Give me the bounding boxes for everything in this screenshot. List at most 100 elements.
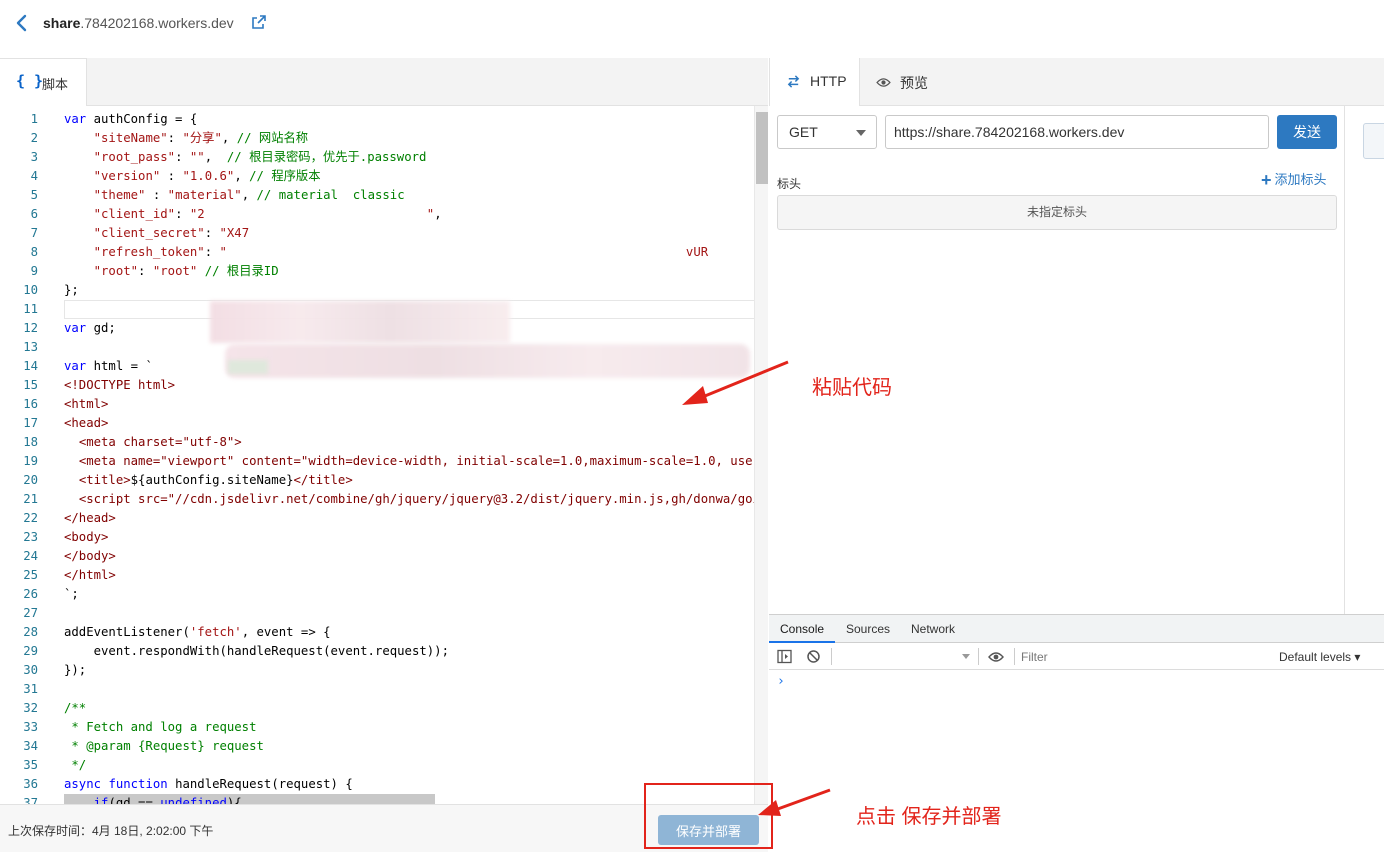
- code-text[interactable]: `;: [64, 585, 754, 604]
- code-line[interactable]: 20 <title>${authConfig.siteName}</title>: [0, 471, 767, 490]
- code-text[interactable]: };: [64, 281, 754, 300]
- code-editor[interactable]: 1 var authConfig = {2 "siteName": "分享", /…: [0, 106, 768, 804]
- tab-sources[interactable]: Sources: [846, 622, 890, 636]
- editor-scrollbar[interactable]: [754, 106, 768, 804]
- code-line[interactable]: 34 * @param {Request} request: [0, 737, 767, 756]
- code-line[interactable]: 32 /**: [0, 699, 767, 718]
- code-line[interactable]: 30});: [0, 661, 767, 680]
- eye-icon[interactable]: [988, 650, 1004, 665]
- code-line[interactable]: 3 "root_pass": "", // 根目录密码，优先于.password: [0, 148, 767, 167]
- clear-console-icon[interactable]: [806, 649, 821, 664]
- back-arrow-icon[interactable]: [12, 13, 32, 33]
- code-text[interactable]: "theme" : "material", // material classi…: [64, 186, 754, 205]
- code-line[interactable]: 24 </body>: [0, 547, 767, 566]
- code-text[interactable]: */: [64, 756, 754, 775]
- code-text[interactable]: </body>: [64, 547, 754, 566]
- code-text[interactable]: </head>: [64, 509, 754, 528]
- console-filter-input[interactable]: [1021, 647, 1269, 666]
- code-line[interactable]: 23 <body>: [0, 528, 767, 547]
- url-input[interactable]: [885, 115, 1269, 149]
- tab-console[interactable]: Console: [780, 622, 824, 636]
- tab-network[interactable]: Network: [911, 622, 955, 636]
- code-line[interactable]: 29 event.respondWith(handleRequest(event…: [0, 642, 767, 661]
- code-line[interactable]: 35 */: [0, 756, 767, 775]
- line-number: 33: [23, 720, 38, 734]
- code-text[interactable]: "version" : "1.0.6", // 程序版本: [64, 167, 754, 186]
- code-text[interactable]: "refresh_token": " vUR: [64, 243, 754, 262]
- eye-icon: [876, 75, 891, 91]
- code-line[interactable]: 4 "version" : "1.0.6", // 程序版本: [0, 167, 767, 186]
- no-headers-placeholder: 未指定标头: [777, 195, 1337, 230]
- code-text[interactable]: /**: [64, 699, 754, 718]
- code-line[interactable]: 10};: [0, 281, 767, 300]
- line-number: 24: [23, 549, 38, 563]
- code-line[interactable]: 7 "client_secret": "X47: [0, 224, 767, 243]
- code-text[interactable]: * Fetch and log a request: [64, 718, 754, 737]
- line-number: 3: [30, 150, 38, 164]
- code-line[interactable]: 2 "siteName": "分享", // 网站名称: [0, 129, 767, 148]
- scrollbar-thumb[interactable]: [756, 112, 768, 184]
- code-text[interactable]: <meta name="viewport" content="width=dev…: [64, 452, 754, 471]
- log-levels-dropdown[interactable]: Default levels ▾: [1279, 650, 1360, 664]
- code-text[interactable]: <!DOCTYPE html>: [64, 376, 754, 395]
- code-text[interactable]: "root_pass": "", // 根目录密码，优先于.password: [64, 148, 754, 167]
- annotation-highlight-box: [644, 783, 773, 849]
- code-text[interactable]: <title>${authConfig.siteName}</title>: [64, 471, 754, 490]
- code-line[interactable]: 18 <meta charset="utf-8">: [0, 433, 767, 452]
- devtools-tabs: Console Sources Network: [769, 615, 1384, 643]
- context-caret-icon[interactable]: [962, 654, 970, 659]
- code-line[interactable]: 17 <head>: [0, 414, 767, 433]
- code-line[interactable]: 5 "theme" : "material", // material clas…: [0, 186, 767, 205]
- code-text[interactable]: </html>: [64, 566, 754, 585]
- line-number: 10: [23, 283, 38, 297]
- code-line[interactable]: 28 addEventListener('fetch', event => {: [0, 623, 767, 642]
- tab-preview[interactable]: 预览: [860, 58, 950, 106]
- code-line[interactable]: 19 <meta name="viewport" content="width=…: [0, 452, 767, 471]
- tab-script[interactable]: { } 脚本: [0, 58, 87, 106]
- line-number: 15: [23, 378, 38, 392]
- code-line[interactable]: 31: [0, 680, 767, 699]
- code-text[interactable]: });: [64, 661, 754, 680]
- send-button[interactable]: 发送: [1277, 115, 1337, 149]
- sidebar-toggle-icon[interactable]: [777, 649, 792, 664]
- code-text[interactable]: "client_secret": "X47: [64, 224, 754, 243]
- code-line[interactable]: 8 "refresh_token": " vUR: [0, 243, 767, 262]
- code-text[interactable]: "root": "root" // 根目录ID: [64, 262, 754, 281]
- code-line[interactable]: 21 <script src="//cdn.jsdelivr.net/combi…: [0, 490, 767, 509]
- line-number: 28: [23, 625, 38, 639]
- code-text[interactable]: "siteName": "分享", // 网站名称: [64, 129, 754, 148]
- code-text[interactable]: addEventListener('fetch', event => {: [64, 623, 754, 642]
- code-text[interactable]: <meta charset="utf-8">: [64, 433, 754, 452]
- code-text[interactable]: <html>: [64, 395, 754, 414]
- code-line[interactable]: 6 "client_id": "2 ",: [0, 205, 767, 224]
- code-line[interactable]: 33 * Fetch and log a request: [0, 718, 767, 737]
- console-prompt[interactable]: ›: [777, 674, 785, 689]
- code-line[interactable]: 9 "root": "root" // 根目录ID: [0, 262, 767, 281]
- tab-http[interactable]: HTTP: [769, 58, 860, 106]
- side-panel-button[interactable]: [1363, 123, 1384, 159]
- code-text[interactable]: "client_id": "2 ",: [64, 205, 754, 224]
- code-text[interactable]: event.respondWith(handleRequest(event.re…: [64, 642, 754, 661]
- external-link-icon[interactable]: [251, 14, 267, 30]
- line-number: 4: [30, 169, 38, 183]
- code-line[interactable]: 22 </head>: [0, 509, 767, 528]
- code-line[interactable]: 25 </html>: [0, 566, 767, 585]
- code-line[interactable]: 15 <!DOCTYPE html>: [0, 376, 767, 395]
- code-text[interactable]: <head>: [64, 414, 754, 433]
- code-text[interactable]: <body>: [64, 528, 754, 547]
- code-text[interactable]: var authConfig = {: [64, 110, 754, 129]
- http-pane: GET 发送 标头 +添加标头 未指定标头: [769, 106, 1344, 614]
- line-number: 25: [23, 568, 38, 582]
- code-line[interactable]: 26 `;: [0, 585, 767, 604]
- code-text[interactable]: * @param {Request} request: [64, 737, 754, 756]
- code-line[interactable]: 1 var authConfig = {: [0, 110, 767, 129]
- line-number: 35: [23, 758, 38, 772]
- method-select[interactable]: GET: [777, 115, 877, 149]
- tab-script-label: 脚本: [42, 77, 69, 92]
- code-text[interactable]: <script src="//cdn.jsdelivr.net/combine/…: [64, 490, 754, 509]
- code-lines[interactable]: 1 var authConfig = {2 "siteName": "分享", /…: [0, 110, 767, 804]
- add-header-button[interactable]: + 添加标头: [1261, 169, 1327, 191]
- code-line[interactable]: 27: [0, 604, 767, 623]
- line-number: 13: [23, 340, 38, 354]
- code-line[interactable]: 16 <html>: [0, 395, 767, 414]
